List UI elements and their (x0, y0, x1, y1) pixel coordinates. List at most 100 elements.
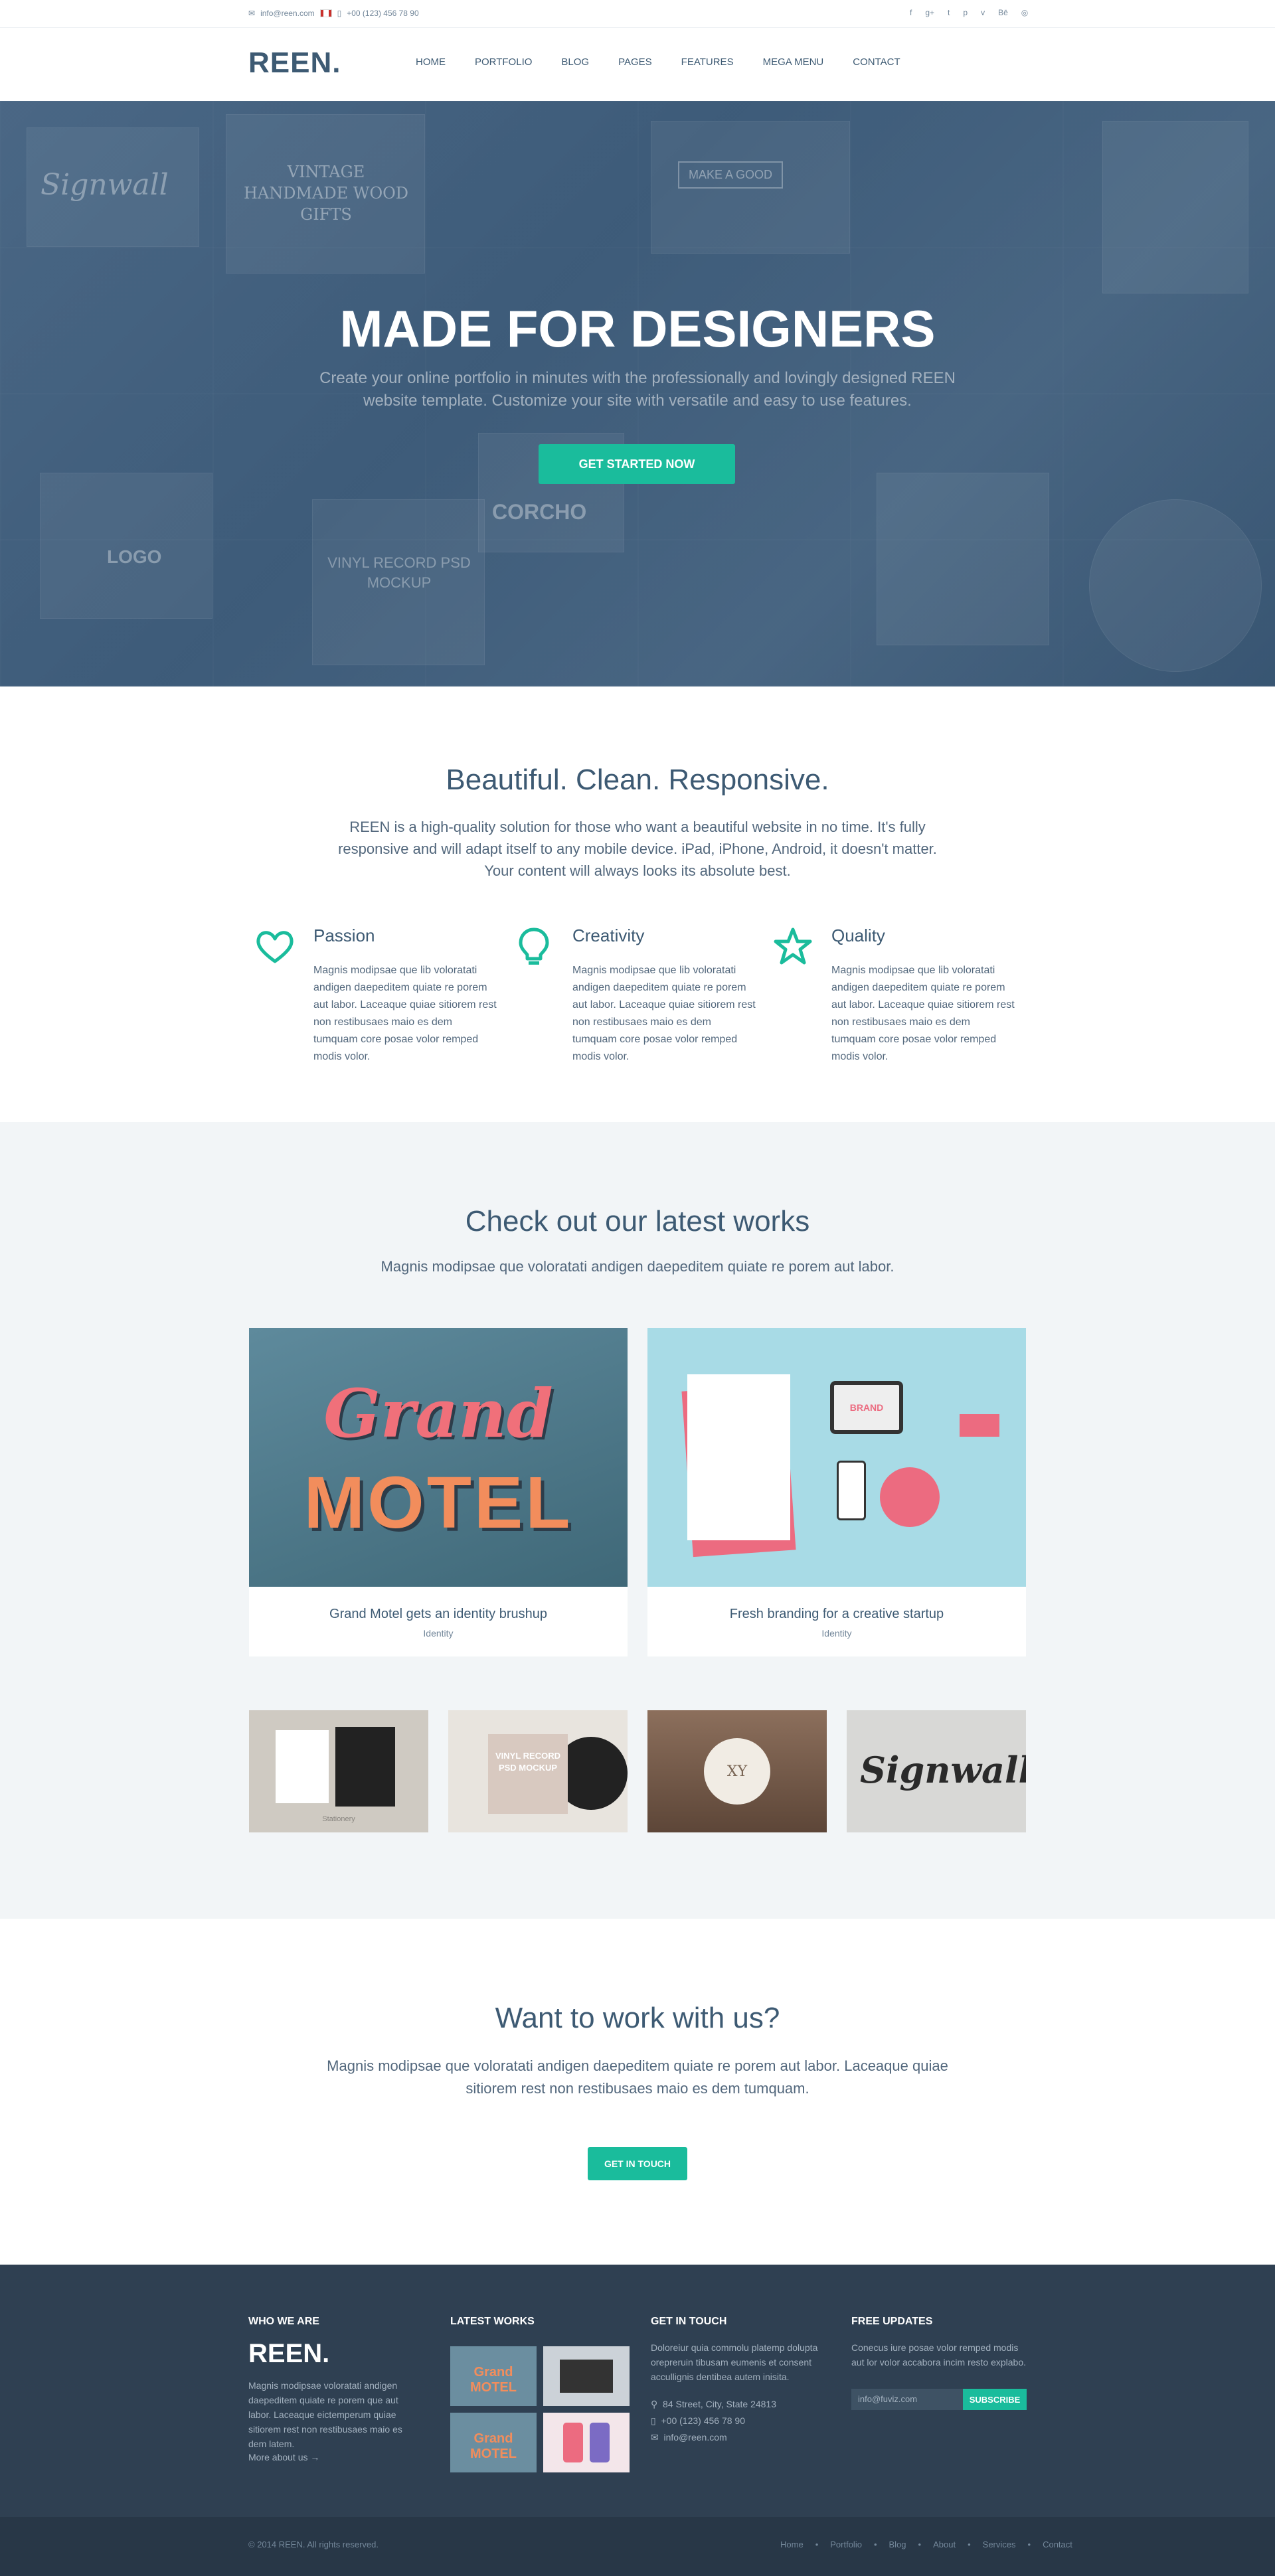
dribbble-icon[interactable]: ◎ (1021, 8, 1028, 17)
feature-title: Creativity (572, 926, 645, 945)
work-thumb[interactable]: Stationery (249, 1710, 428, 1832)
footer-address-text: 84 Street, City, State 24813 (663, 2399, 776, 2409)
work-tag: Identity (423, 1628, 454, 1639)
hero-tile (877, 473, 1049, 645)
work-art-shape (560, 2360, 613, 2393)
work-tag: Identity (821, 1628, 852, 1639)
subscribe-button[interactable]: SUBSCRIBE (963, 2389, 1027, 2410)
footer-address: ⚲ 84 Street, City, State 24813 (651, 2397, 776, 2411)
pinterest-icon[interactable]: p (963, 8, 968, 17)
flag-icon (319, 9, 332, 17)
footer-touch-title: GET IN TOUCH (651, 2316, 727, 2327)
footer-who-title: WHO WE ARE (248, 2316, 319, 2327)
nav-home[interactable]: HOME (416, 56, 446, 68)
nav-pages[interactable]: PAGES (618, 56, 652, 68)
footer-link-separator: • (968, 2539, 971, 2549)
hero-tile: LOGO (40, 473, 212, 619)
work-art-shape (880, 1467, 940, 1527)
about-text: REEN is a high-quality solution for thos… (338, 819, 937, 879)
behance-icon[interactable]: Bē (998, 8, 1008, 17)
footer-links: Home • Portfolio • Blog • About • Servic… (780, 2539, 1072, 2549)
top-email[interactable]: info@reen.com (260, 9, 315, 18)
footer-phone: ▯ +00 (123) 456 78 90 (651, 2413, 745, 2428)
footer-link-separator: • (873, 2539, 877, 2549)
get-in-touch-button[interactable]: GET IN TOUCH (588, 2147, 687, 2180)
nav-features[interactable]: FEATURES (681, 56, 734, 68)
nav-contact[interactable]: CONTACT (853, 56, 900, 68)
work-art-shape (590, 2423, 610, 2462)
get-started-button[interactable]: GET STARTED NOW (539, 444, 735, 484)
nav-blog[interactable]: BLOG (561, 56, 589, 68)
footer-link-separator: • (815, 2539, 819, 2549)
footer-work-thumb[interactable]: Grand MOTEL (450, 2346, 537, 2406)
footer-link-separator: • (1027, 2539, 1031, 2549)
hero-tile-text: CORCHO (492, 500, 587, 524)
about-title: Beautiful. Clean. Responsive. (446, 764, 829, 796)
work-caption[interactable]: Fresh branding for a creative startup (647, 1607, 1026, 1622)
nav-portfolio[interactable]: PORTFOLIO (475, 56, 532, 68)
footer-email: ✉ info@reen.com (651, 2430, 727, 2445)
footer-link-blog[interactable]: Blog (889, 2539, 906, 2549)
hero-tile-text: LOGO (107, 546, 162, 567)
hero-tile: MAKE A GOOD (651, 121, 850, 254)
footer-link-portfolio[interactable]: Portfolio (830, 2539, 862, 2549)
work-thumb[interactable]: Signwall (847, 1710, 1026, 1832)
hero-tile-text: MAKE A GOOD (678, 161, 784, 189)
star-icon (772, 926, 814, 968)
map-pin-icon: ⚲ (651, 2399, 658, 2409)
hero-tile-text: VINYL RECORD PSD MOCKUP (327, 554, 471, 591)
main-nav: HOME PORTFOLIO BLOG PAGES FEATURES MEGA … (416, 56, 900, 68)
works-subtitle: Magnis modipsae que voloratati andigen d… (381, 1258, 894, 1275)
footer-touch-text: Doloreiur quia commolu platemp dolupta o… (651, 2342, 818, 2382)
footer-latest-title: LATEST WORKS (450, 2316, 535, 2327)
footer-link-services[interactable]: Services (983, 2539, 1016, 2549)
vimeo-icon[interactable]: v (981, 8, 985, 17)
mail-icon: ✉ (651, 2432, 659, 2443)
work-art-text: Signwall (860, 1749, 1026, 1791)
work-art-shape (488, 1734, 568, 1814)
work-art-shape (276, 1730, 329, 1803)
header: REEN. HOME PORTFOLIO BLOG PAGES FEATURES… (0, 28, 1275, 101)
footer-link-about[interactable]: About (933, 2539, 956, 2549)
bottom-bar (0, 2517, 1275, 2576)
footer-phone-text[interactable]: +00 (123) 456 78 90 (661, 2415, 746, 2426)
footer-more-link[interactable]: More about us → (248, 2450, 319, 2464)
work-thumb[interactable]: XY (647, 1710, 827, 1832)
work-thumb[interactable]: VINYL RECORD PSD MOCKUP (448, 1710, 628, 1832)
mail-icon: ✉ (248, 9, 256, 18)
footer-logo[interactable]: REEN. (248, 2339, 329, 2369)
lightbulb-icon (513, 926, 555, 968)
work-image[interactable]: Grand MOTEL (249, 1328, 628, 1587)
copyright: © 2014 REEN. All rights reserved. (248, 2539, 379, 2549)
footer-work-thumb[interactable] (543, 2346, 630, 2406)
work-art-text: BRAND (830, 1381, 903, 1434)
work-thumb-label: Stationery (322, 1815, 355, 1823)
facebook-icon[interactable]: f (910, 8, 912, 17)
work-card-fresh-branding[interactable]: BRAND Fresh branding for a creative star… (647, 1328, 1026, 1656)
nav-mega-menu[interactable]: MEGA MENU (763, 56, 824, 68)
work-art-text: XY (704, 1738, 770, 1805)
top-bar: ✉ info@reen.com ▯ +00 (123) 456 78 90 f … (0, 0, 1275, 28)
hero-subtitle: Create your online portfolio in minutes … (319, 369, 956, 410)
work-caption[interactable]: Grand Motel gets an identity brushup (249, 1607, 628, 1622)
footer-link-contact[interactable]: Contact (1043, 2539, 1072, 2549)
footer-work-thumb[interactable] (543, 2413, 630, 2472)
footer-email-text[interactable]: info@reen.com (664, 2432, 727, 2443)
work-art-shape (687, 1374, 790, 1540)
logo[interactable]: REEN. (248, 46, 341, 80)
google-plus-icon[interactable]: g+ (925, 8, 934, 17)
twitter-icon[interactable]: t (948, 8, 950, 17)
newsletter-email-input[interactable]: info@fuviz.com (851, 2389, 963, 2410)
top-phone[interactable]: +00 (123) 456 78 90 (347, 9, 418, 18)
footer-work-thumb[interactable]: Grand MOTEL (450, 2413, 537, 2472)
work-image[interactable]: BRAND (647, 1328, 1026, 1587)
feature-title: Quality (831, 926, 885, 945)
work-card-grand-motel[interactable]: Grand MOTEL Grand Motel gets an identity… (249, 1328, 628, 1656)
feature-text: Magnis modipsae que lib voloratati andig… (313, 965, 497, 1062)
heart-icon (254, 926, 296, 968)
work-art-shape (335, 1727, 395, 1807)
feature-title: Passion (313, 926, 375, 945)
footer-who-text: Magnis modipsae voloratati andigen daepe… (248, 2380, 402, 2449)
cta-text: Magnis modipsae que voloratati andigen d… (327, 2057, 948, 2097)
footer-link-home[interactable]: Home (780, 2539, 804, 2549)
